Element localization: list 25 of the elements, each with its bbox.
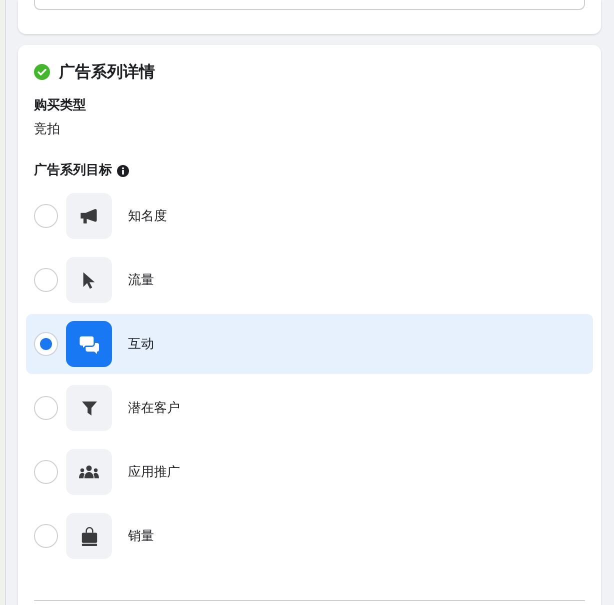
- radio-button[interactable]: [34, 460, 58, 484]
- radio-button[interactable]: [34, 332, 58, 356]
- megaphone-icon: [66, 193, 112, 239]
- radio-button[interactable]: [34, 396, 58, 420]
- selected-option-highlight[interactable]: 互动: [26, 314, 593, 374]
- pointer-icon: [66, 257, 112, 303]
- option-label: 应用推广: [128, 464, 180, 481]
- radio-button[interactable]: [34, 524, 58, 548]
- option-label: 知名度: [128, 208, 167, 225]
- field-label: 广告系列目标: [34, 162, 112, 180]
- input-field[interactable]: [34, 0, 585, 10]
- option-label: 销量: [128, 528, 154, 545]
- shopping-bag-icon: [66, 513, 112, 559]
- option-label: 互动: [128, 336, 154, 353]
- radio-button[interactable]: [34, 204, 58, 228]
- chat-bubbles-icon: [66, 321, 112, 367]
- info-icon[interactable]: [117, 165, 129, 177]
- section-title: 广告系列详情: [59, 62, 155, 82]
- funnel-icon: [66, 385, 112, 431]
- field-label: 购买类型: [34, 97, 87, 115]
- option-label: 流量: [128, 272, 154, 289]
- field-value: 竞拍: [34, 121, 61, 139]
- option-label: 潜在客户: [128, 400, 180, 417]
- people-icon: [66, 449, 112, 495]
- radio-button[interactable]: [34, 268, 58, 292]
